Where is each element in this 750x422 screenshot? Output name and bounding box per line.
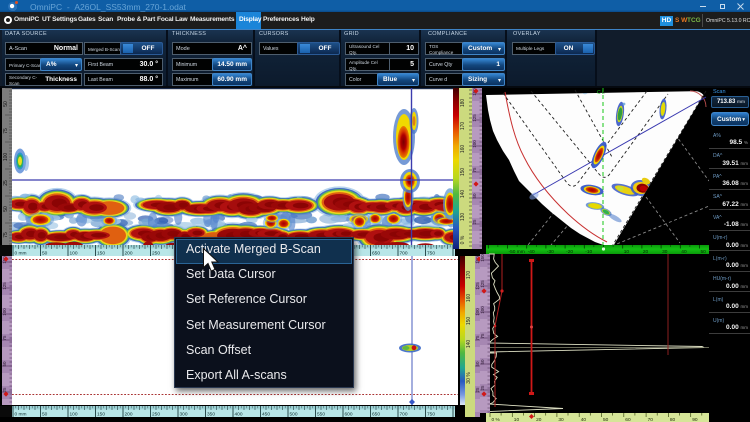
- svg-text:40: 40: [681, 249, 687, 255]
- svg-text:0 mm: 0 mm: [15, 412, 27, 418]
- svg-text:25: 25: [3, 180, 9, 186]
- svg-text:100: 100: [70, 412, 78, 418]
- svg-text:150: 150: [460, 168, 466, 177]
- svg-text:100: 100: [2, 308, 7, 316]
- svg-text:500: 500: [290, 412, 298, 418]
- svg-text:170: 170: [466, 271, 472, 280]
- svg-text:125: 125: [2, 282, 7, 290]
- svg-text:10: 10: [514, 417, 520, 422]
- svg-text:60: 60: [625, 417, 631, 422]
- svg-text:350: 350: [207, 412, 215, 418]
- svg-text:70: 70: [648, 417, 654, 422]
- svg-text:650: 650: [372, 412, 380, 418]
- svg-text:50: 50: [2, 361, 7, 367]
- svg-text:50: 50: [701, 249, 707, 255]
- svg-text:160: 160: [460, 145, 466, 154]
- svg-text:-10: -10: [585, 249, 592, 255]
- svg-text:50: 50: [603, 417, 609, 422]
- svg-text:100: 100: [3, 153, 9, 162]
- svg-text:75: 75: [480, 333, 485, 339]
- svg-text:75: 75: [472, 167, 477, 173]
- svg-text:300: 300: [180, 412, 188, 418]
- svg-text:130: 130: [460, 213, 466, 222]
- svg-text:0 mm: 0 mm: [15, 251, 27, 257]
- svg-text:-30: -30: [547, 249, 554, 255]
- svg-text:100: 100: [480, 306, 485, 314]
- svg-text:-40: -40: [528, 249, 535, 255]
- svg-text:50: 50: [3, 206, 9, 212]
- svg-text:750: 750: [427, 412, 435, 418]
- svg-text:0 %: 0 %: [460, 235, 466, 244]
- svg-text:20: 20: [536, 417, 542, 422]
- svg-text:80: 80: [670, 417, 676, 422]
- svg-text:140: 140: [466, 340, 472, 349]
- svg-text:75: 75: [3, 128, 9, 134]
- svg-text:50: 50: [3, 101, 9, 107]
- svg-text:200: 200: [125, 412, 133, 418]
- svg-text:10: 10: [624, 249, 630, 255]
- svg-text:180: 180: [460, 99, 466, 108]
- svg-text:700: 700: [400, 251, 408, 257]
- svg-text:75: 75: [3, 232, 9, 238]
- svg-text:30 %: 30 %: [466, 372, 472, 384]
- svg-text:600: 600: [345, 412, 353, 418]
- svg-text:75: 75: [2, 335, 7, 341]
- svg-text:170: 170: [460, 122, 466, 131]
- svg-text:-50 mm: -50 mm: [509, 249, 525, 255]
- svg-text:C L: C L: [597, 90, 605, 96]
- svg-text:700: 700: [400, 412, 408, 418]
- svg-text:25: 25: [480, 385, 485, 391]
- svg-text:450: 450: [262, 412, 270, 418]
- svg-text:160: 160: [466, 294, 472, 303]
- svg-text:200: 200: [125, 251, 133, 257]
- svg-text:125: 125: [480, 280, 485, 288]
- svg-text:30: 30: [558, 417, 564, 422]
- svg-text:25: 25: [472, 219, 477, 225]
- svg-text:125: 125: [472, 114, 477, 122]
- svg-text:30: 30: [662, 249, 668, 255]
- svg-text:150: 150: [97, 412, 105, 418]
- svg-text:-20: -20: [566, 249, 573, 255]
- svg-text:250: 250: [152, 251, 160, 257]
- svg-text:90: 90: [692, 417, 698, 422]
- svg-text:150: 150: [480, 254, 485, 262]
- svg-text:50: 50: [480, 359, 485, 365]
- svg-text:40: 40: [581, 417, 587, 422]
- svg-text:100: 100: [70, 251, 78, 257]
- svg-text:400: 400: [235, 412, 243, 418]
- svg-text:250: 250: [152, 412, 160, 418]
- svg-text:0 %: 0 %: [492, 417, 501, 422]
- svg-text:50: 50: [472, 193, 477, 199]
- svg-text:50: 50: [42, 412, 48, 418]
- svg-text:140: 140: [460, 190, 466, 199]
- svg-text:150: 150: [466, 317, 472, 326]
- svg-text:20: 20: [643, 249, 649, 255]
- svg-text:150: 150: [97, 251, 105, 257]
- svg-text:100: 100: [472, 140, 477, 148]
- svg-text:50: 50: [42, 251, 48, 257]
- svg-text:550: 550: [317, 412, 325, 418]
- svg-text:750: 750: [427, 251, 435, 257]
- svg-text:650: 650: [372, 251, 380, 257]
